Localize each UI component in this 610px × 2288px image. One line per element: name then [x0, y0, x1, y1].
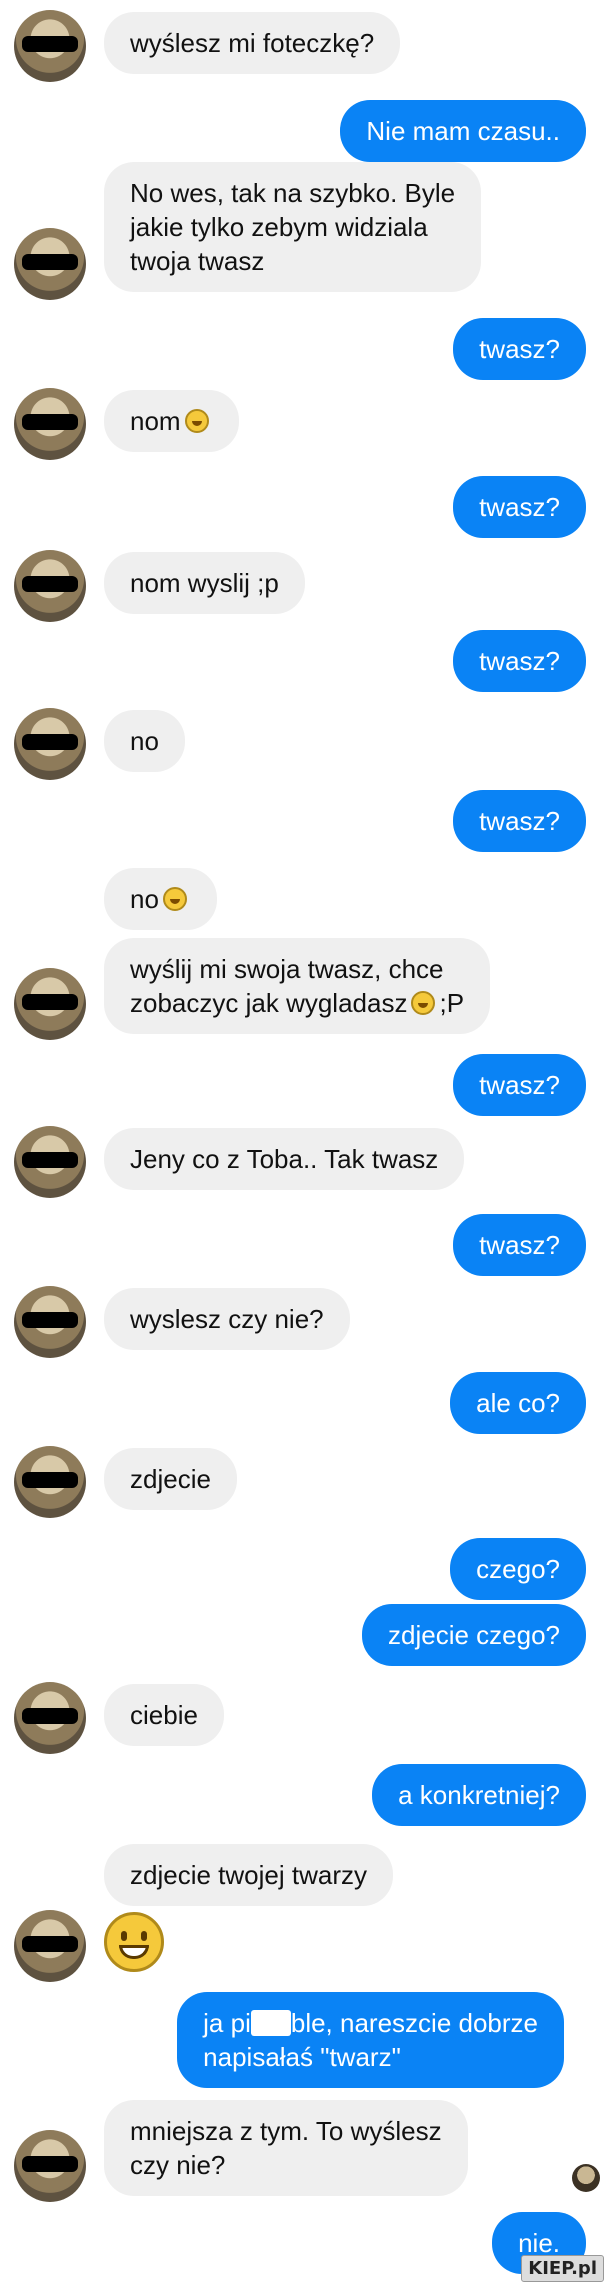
censor-block: [250, 2010, 291, 2036]
outgoing-message: czego?: [450, 1538, 586, 1600]
contact-avatar[interactable]: [14, 1682, 86, 1754]
contact-avatar[interactable]: [14, 1286, 86, 1358]
contact-avatar[interactable]: [14, 1446, 86, 1518]
contact-avatar[interactable]: [14, 10, 86, 82]
incoming-message: wyślesz mi foteczkę?: [104, 12, 401, 74]
message-text: wyślij mi swoja twasz, chce zobaczyc jak…: [130, 954, 444, 1018]
outgoing-message: a konkretniej?: [372, 1764, 586, 1826]
outgoing-message: zdjecie czego?: [362, 1604, 586, 1666]
message-text: nom: [130, 406, 181, 436]
contact-avatar[interactable]: [14, 968, 86, 1040]
outgoing-message: twasz?: [453, 476, 586, 538]
outgoing-message: Nie mam czasu..: [340, 100, 586, 162]
incoming-message: zdjecie twojej twarzy: [104, 1844, 393, 1906]
contact-avatar[interactable]: [14, 2130, 86, 2202]
incoming-message: No wes, tak na szybko. Byle jakie tylko …: [104, 162, 482, 292]
smiley-emoji-icon: [162, 887, 187, 911]
incoming-message: zdjecie: [104, 1448, 237, 1510]
outgoing-message: ale co?: [450, 1372, 586, 1434]
read-receipt-avatar-icon: [572, 2164, 600, 2192]
incoming-message: Jeny co z Toba.. Tak twasz: [104, 1128, 465, 1190]
watermark-logo: KIEP.pl: [521, 2255, 604, 2282]
contact-avatar[interactable]: [14, 1910, 86, 1982]
incoming-message: no: [104, 710, 185, 772]
outgoing-message: twasz?: [453, 630, 586, 692]
contact-avatar[interactable]: [14, 388, 86, 460]
incoming-message: wyslesz czy nie?: [104, 1288, 350, 1350]
chat-thread: wyślesz mi foteczkę? Nie mam czasu.. No …: [0, 0, 610, 2288]
message-text: no: [130, 884, 159, 914]
outgoing-message: twasz?: [453, 1214, 586, 1276]
contact-avatar[interactable]: [14, 228, 86, 300]
outgoing-message: twasz?: [453, 318, 586, 380]
incoming-message: no: [104, 868, 217, 930]
incoming-message: wyślij mi swoja twasz, chce zobaczyc jak…: [104, 938, 491, 1034]
incoming-message: ciebie: [104, 1684, 224, 1746]
contact-avatar[interactable]: [14, 1126, 86, 1198]
outgoing-message: twasz?: [453, 1054, 586, 1116]
smiley-emoji-icon: [184, 409, 209, 433]
incoming-message: mniejsza z tym. To wyślesz czy nie?: [104, 2100, 468, 2196]
outgoing-message: twasz?: [453, 790, 586, 852]
contact-avatar[interactable]: [14, 550, 86, 622]
incoming-message: nom wyslij ;p: [104, 552, 305, 614]
message-text-suffix: ;P: [439, 988, 465, 1018]
contact-avatar[interactable]: [14, 708, 86, 780]
incoming-message: nom: [104, 390, 239, 452]
big-grin-emoji-icon: [104, 1912, 164, 1972]
outgoing-message: ja pi ble, nareszcie dobrze napisałaś "tw…: [177, 1992, 564, 2088]
smiley-emoji-icon: [411, 991, 436, 1015]
message-text: ja pi: [203, 2008, 251, 2038]
